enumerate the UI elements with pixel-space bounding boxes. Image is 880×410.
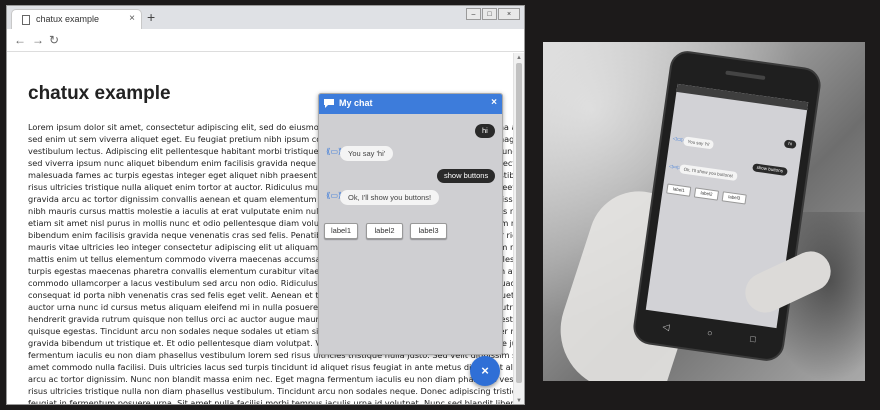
phone-recent-icon: □ — [749, 333, 757, 345]
tab-close-icon[interactable]: × — [129, 13, 135, 24]
minimize-button[interactable]: – — [466, 8, 481, 20]
chat-bubble-icon — [324, 99, 334, 108]
browser-toolbar: ← → ↻ — [7, 29, 524, 52]
scroll-thumb[interactable] — [516, 63, 522, 383]
phone-option-button: label1 — [666, 183, 692, 197]
scroll-down-icon[interactable]: ▼ — [516, 398, 522, 404]
phone-bot-message: You say 'hi' — [683, 136, 715, 150]
bot-message: You say 'hi' — [340, 146, 394, 161]
tab-strip: chatux example × + – □ × — [7, 6, 524, 29]
phone-option-button: label3 — [721, 191, 747, 205]
phone-user-message: hi — [783, 139, 797, 149]
chat-window: My chat × hi ⟪▭⟫ You say 'hi' show butto… — [318, 93, 503, 355]
scroll-up-icon[interactable]: ▲ — [516, 55, 522, 61]
forward-arrow-icon[interactable]: → — [32, 34, 44, 46]
tab-title: chatux example — [36, 14, 100, 24]
back-arrow-icon[interactable]: ← — [14, 34, 26, 46]
user-message: hi — [475, 124, 495, 138]
browser-tab[interactable]: chatux example × — [11, 9, 142, 29]
phone-bot-message: Ok, I'll show you buttons! — [679, 164, 738, 182]
page-scrollbar[interactable]: ▲ ▼ — [513, 53, 524, 404]
chat-option-button[interactable]: label2 — [366, 223, 403, 239]
user-message: show buttons — [437, 169, 496, 183]
phone-option-button: label2 — [693, 187, 720, 201]
phone-user-message: show buttons — [752, 163, 788, 176]
phone-photo: hi ◁▭▷ You say 'hi' show buttons ◁▭▷ Ok,… — [543, 42, 865, 381]
bot-message: Ok, I'll show you buttons! — [340, 190, 440, 205]
chat-option-button[interactable]: label1 — [324, 223, 358, 239]
reload-icon[interactable]: ↻ — [49, 34, 59, 46]
chat-title: My chat — [339, 98, 373, 108]
chat-close-icon[interactable]: × — [491, 97, 497, 108]
phone-home-icon: ○ — [706, 327, 714, 339]
chat-toggle-button[interactable]: × — [470, 356, 500, 386]
page-title: chatux example — [28, 83, 171, 104]
new-tab-button[interactable]: + — [147, 10, 155, 24]
maximize-button[interactable]: □ — [482, 8, 497, 20]
chat-option-button[interactable]: label3 — [410, 223, 447, 239]
window-controls: – □ × — [466, 8, 520, 20]
page-icon — [22, 15, 30, 25]
close-window-button[interactable]: × — [498, 8, 520, 20]
chat-header: My chat × — [319, 94, 502, 114]
phone-back-icon: ◁ — [662, 320, 671, 332]
